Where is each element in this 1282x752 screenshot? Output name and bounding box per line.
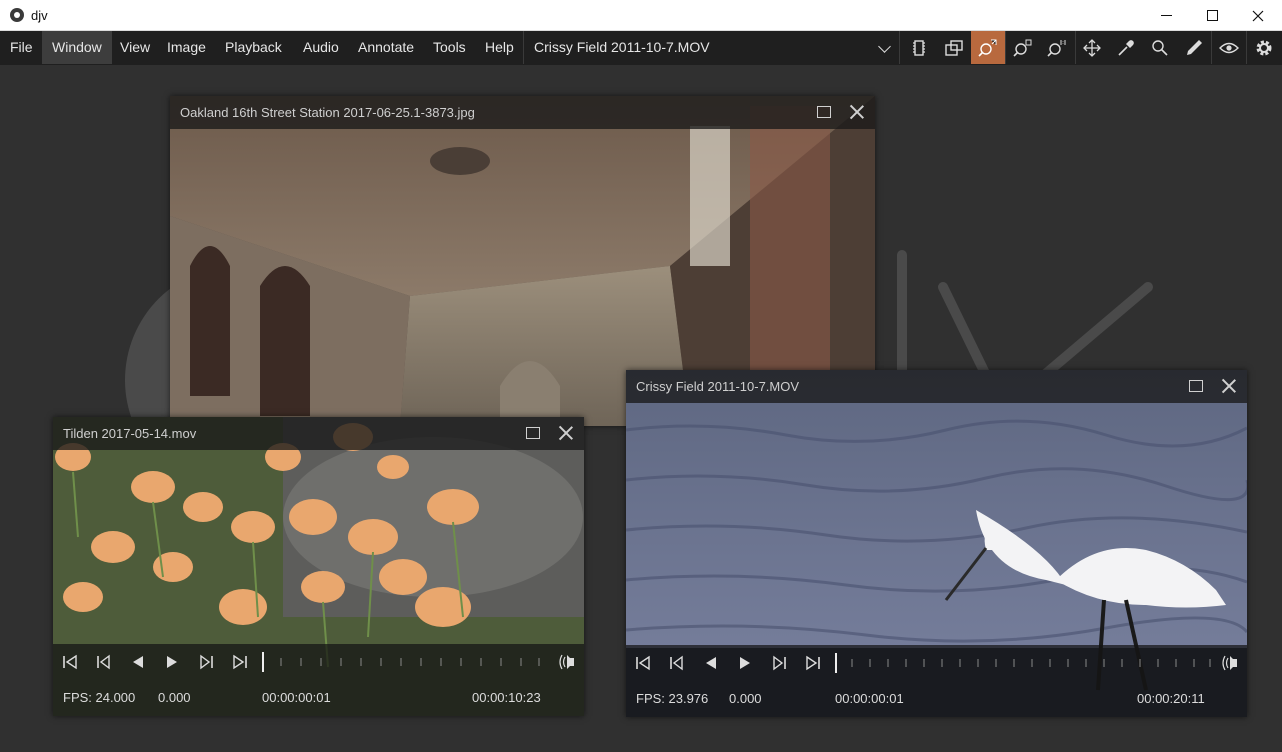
magnify-button[interactable] [1143,31,1177,64]
tilden-video-window[interactable]: Tilden 2017-05-14.mov FPS: 24.000 0.000 … [53,417,584,716]
tilden-window-title: Tilden 2017-05-14.mov [63,426,197,441]
play-forward-icon[interactable] [161,652,183,672]
zoom-one-to-one-icon [1047,39,1066,57]
audio-volume-icon[interactable] [556,652,578,672]
close-icon[interactable] [849,104,865,120]
menu-view[interactable]: View [110,31,160,64]
zoom-fit-icon [978,39,997,57]
menu-window[interactable]: Window [42,31,112,64]
crissy-playback-controls: FPS: 23.976 0.000 00:00:00:01 00:00:20:1… [626,645,1247,717]
next-frame-icon[interactable] [195,652,217,672]
crissy-window-title: Crissy Field 2011-10-7.MOV [636,379,800,394]
tilden-fps: FPS: 24.000 [63,690,136,705]
color-picker-button[interactable] [1109,31,1143,64]
menu-playback[interactable]: Playback [215,31,292,64]
go-to-start-icon[interactable] [632,653,654,673]
go-to-end-icon[interactable] [229,652,251,672]
visibility-eye-icon [1219,42,1239,53]
maximize-icon[interactable] [1189,380,1203,392]
window-title: djv [31,8,48,23]
annotate-pen-button[interactable] [1177,31,1211,64]
crissy-window-titlebar: Crissy Field 2011-10-7.MOV [626,370,1247,403]
crissy-fps: FPS: 23.976 [636,691,709,706]
zoom-fit-button[interactable] [971,31,1005,64]
tilden-duration: 00:00:10:23 [472,690,541,705]
minimize-button[interactable] [1143,0,1189,31]
next-frame-icon[interactable] [768,653,790,673]
menu-audio[interactable]: Audio [293,31,349,64]
maximize-button[interactable] [1189,0,1235,31]
annotate-pen-icon [1187,39,1202,55]
menu-image[interactable]: Image [157,31,216,64]
go-to-start-icon[interactable] [59,652,81,672]
close-icon[interactable] [1221,378,1237,394]
maximize-icon [1206,10,1218,21]
crissy-speed: 0.000 [729,691,762,706]
pan-move-icon [1083,38,1101,57]
visibility-button[interactable] [1212,31,1246,64]
magnify-icon [1152,39,1168,56]
window-titlebar: djv [0,0,1282,31]
settings-button[interactable] [1247,31,1281,64]
color-picker-icon [1118,39,1134,56]
chevron-down-icon [878,40,891,53]
zoom-fit-alt-icon [1013,39,1032,57]
pan-move-button[interactable] [1075,31,1109,64]
close-icon[interactable] [558,425,574,441]
previous-frame-icon[interactable] [666,653,688,673]
crissy-current-time[interactable]: 00:00:00:01 [835,691,904,706]
window-fit-button[interactable] [937,31,971,64]
menu-file[interactable]: File [0,31,43,64]
maximize-icon[interactable] [817,106,831,118]
previous-frame-icon[interactable] [93,652,115,672]
audio-volume-icon[interactable] [1219,653,1241,673]
window-fit-icon [945,39,963,56]
tilden-speed: 0.000 [158,690,191,705]
tilden-current-time[interactable]: 00:00:00:01 [262,690,331,705]
close-button[interactable] [1235,0,1281,31]
settings-gear-icon [1256,40,1272,55]
frame-view-button[interactable] [902,31,936,64]
play-reverse-icon[interactable] [127,652,149,672]
crissy-video-window[interactable]: Crissy Field 2011-10-7.MOV FPS: 23.976 0… [626,370,1247,717]
maximize-icon[interactable] [526,427,540,439]
menu-bar: File Window View Image Playback Audio An… [0,31,1282,65]
zoom-fit-alt-button[interactable] [1006,31,1040,64]
tilden-playback-controls: FPS: 24.000 0.000 00:00:00:01 00:00:10:2… [53,644,584,716]
current-file-dropdown[interactable]: Crissy Field 2011-10-7.MOV [523,31,900,64]
go-to-end-icon[interactable] [802,653,824,673]
zoom-one-to-one-button[interactable] [1040,31,1074,64]
close-icon [1252,10,1264,21]
play-reverse-icon[interactable] [700,653,722,673]
play-forward-icon[interactable] [734,653,756,673]
crissy-timeline-slider[interactable] [834,651,1214,675]
tilden-window-titlebar: Tilden 2017-05-14.mov [53,417,584,450]
menu-help[interactable]: Help [475,31,524,64]
current-file-label: Crissy Field 2011-10-7.MOV [534,39,710,55]
tilden-timeline-slider[interactable] [261,650,543,674]
frame-view-icon [913,39,925,56]
oakland-window-title: Oakland 16th Street Station 2017-06-25.1… [180,105,475,120]
oakland-window-titlebar: Oakland 16th Street Station 2017-06-25.1… [170,96,875,129]
crissy-duration: 00:00:20:11 [1137,691,1205,706]
menu-tools[interactable]: Tools [423,31,476,64]
minimize-icon [1160,15,1172,16]
mdi-workspace: Oakland 16th Street Station 2017-06-25.1… [0,65,1282,752]
djv-film-reel-icon [10,8,24,22]
menu-annotate[interactable]: Annotate [348,31,424,64]
